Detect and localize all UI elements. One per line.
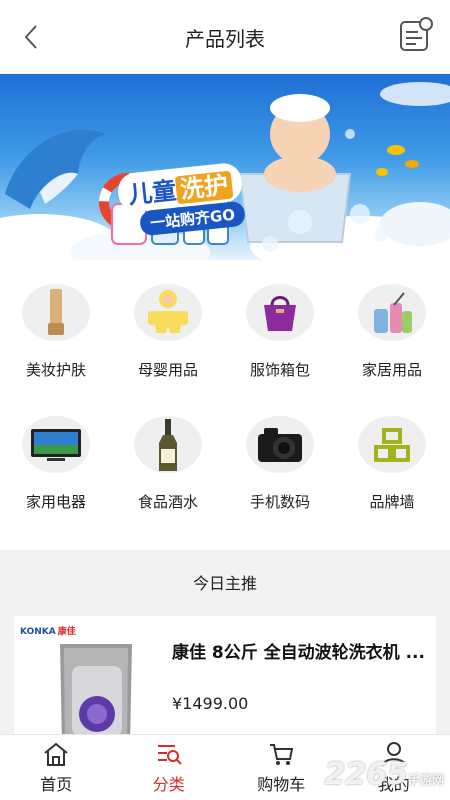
category-label: 品牌墙 <box>369 493 415 511</box>
category-cosmetics[interactable]: 美妆护肤 <box>0 260 112 380</box>
category-icon-circle <box>358 284 426 341</box>
baby-romper-icon <box>148 289 188 333</box>
user-icon <box>381 742 406 767</box>
category-label: 食品酒水 <box>137 493 198 511</box>
category-apparel[interactable]: 服饰箱包 <box>224 260 336 380</box>
wine-bottle-icon <box>159 418 177 471</box>
product-name: 康佳 8公斤 全自动波轮洗衣机 ... <box>172 643 425 663</box>
category-icon-circle <box>22 284 90 341</box>
tab-label: 我的 <box>377 775 410 794</box>
back-arrow-icon[interactable] <box>18 22 46 52</box>
tab-category[interactable]: 分类 <box>113 735 226 800</box>
category-label: 家用电器 <box>25 493 86 511</box>
category-food-drinks[interactable]: 食品酒水 <box>112 392 224 512</box>
category-icon-circle <box>246 284 314 341</box>
category-label: 美妆护肤 <box>25 361 86 379</box>
tab-label: 分类 <box>152 775 185 794</box>
category-label: 母婴用品 <box>137 361 198 379</box>
camera-icon <box>258 427 302 462</box>
product-price: ¥1499.00 <box>172 694 249 713</box>
handbag-icon <box>264 295 296 331</box>
tab-label: 首页 <box>40 775 73 794</box>
category-list-icon <box>157 745 182 765</box>
category-icon-circle <box>134 284 202 341</box>
category-icon-circle <box>22 416 90 473</box>
tab-home[interactable]: 首页 <box>0 735 113 800</box>
tab-mine[interactable]: 我的 <box>338 735 450 800</box>
product-card[interactable]: KONKA 康佳 康佳 8公斤 全自动波轮洗衣机 ... ¥1499.00 <box>14 616 436 746</box>
category-baby[interactable]: 母婴用品 <box>112 260 224 380</box>
category-home[interactable]: 家居用品 <box>336 260 448 380</box>
brand-logo: KONKA 康佳 <box>20 624 76 637</box>
page-title: 产品列表 <box>185 26 265 51</box>
message-icon[interactable] <box>398 16 434 54</box>
tab-cart[interactable]: 购物车 <box>225 735 338 800</box>
category-appliances[interactable]: 家用电器 <box>0 392 112 512</box>
cleaning-supplies-icon <box>374 291 412 333</box>
category-digital[interactable]: 手机数码 <box>224 392 336 512</box>
promo-banner[interactable]: 儿童洗护 一站购齐GO <box>0 74 450 260</box>
brand-logo-cn: 康佳 <box>57 627 76 637</box>
category-icon-circle <box>358 416 426 473</box>
category-brand-wall[interactable]: 品牌墙 <box>336 392 448 512</box>
section-title: 今日主推 <box>192 574 257 593</box>
category-label: 家居用品 <box>361 361 422 379</box>
tv-icon <box>31 428 81 461</box>
app-header: 产品列表 <box>0 0 450 74</box>
banner-headline-part1: 儿童 <box>127 176 178 210</box>
brand-wall-icon <box>374 427 410 462</box>
home-icon <box>44 742 68 766</box>
banner-headline-part2: 洗护 <box>174 170 234 205</box>
bottom-tab-bar: 首页 分类 购物车 我的 <box>0 734 450 800</box>
category-label: 手机数码 <box>249 493 310 511</box>
cart-icon <box>270 744 294 765</box>
tab-label: 购物车 <box>257 775 306 794</box>
brand-logo-text: KONKA <box>20 627 56 637</box>
category-icon-circle <box>246 416 314 473</box>
cosmetics-tube-icon <box>48 288 64 335</box>
category-label: 服饰箱包 <box>249 361 310 379</box>
category-icon-circle <box>134 416 202 473</box>
category-grid: 美妆护肤 母婴用品 服饰箱包 家居用品 家用电器 食品酒水 手机数码 品牌墙 <box>0 260 450 550</box>
